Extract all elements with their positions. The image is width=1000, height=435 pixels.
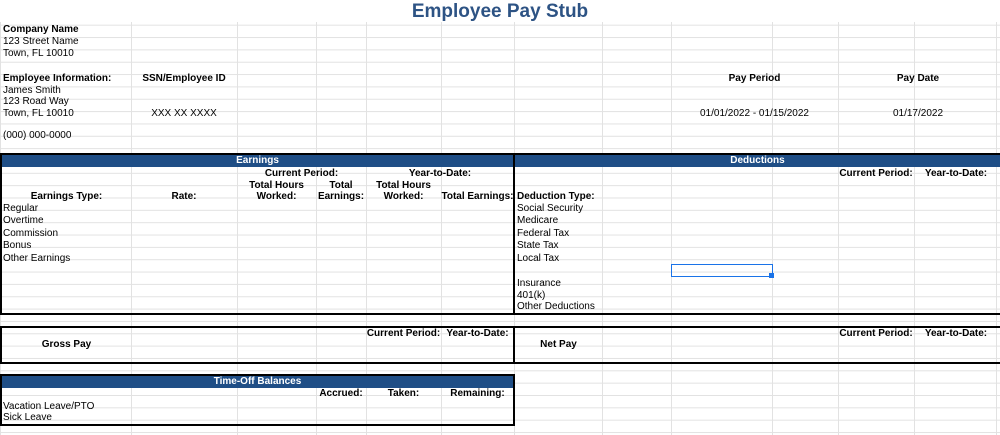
ssn-label: SSN/Employee ID [142, 73, 226, 84]
col-accrued: Accrued: [319, 388, 363, 399]
page-title: Employee Pay Stub [0, 0, 1000, 22]
grid-column-line [316, 0, 317, 435]
deduction-row[interactable]: Federal Tax [517, 228, 569, 240]
employee-street[interactable]: 123 Road Way [3, 96, 69, 108]
col-taken: Taken: [387, 388, 420, 399]
col-ytd-worked: Worked: [383, 191, 424, 202]
deduction-row[interactable]: Insurance [517, 278, 561, 290]
deduction-row[interactable]: State Tax [517, 240, 559, 252]
timeoff-row[interactable]: Sick Leave [3, 412, 52, 424]
deductions-current-period: Current Period: [839, 168, 913, 179]
earnings-banner: Earnings [2, 155, 513, 167]
col-ytd-total-earnings: Total Earnings: [441, 191, 514, 202]
pay-border-bottom [0, 362, 1000, 364]
earnings-row[interactable]: Bonus [3, 240, 31, 252]
employee-city[interactable]: Town, FL 10010 [3, 108, 74, 120]
col-worked: Worked: [256, 191, 297, 202]
timeoff-border-right [513, 374, 515, 426]
earnings-row[interactable]: Regular [3, 203, 38, 215]
pay-date-value[interactable]: 01/17/2022 [838, 108, 998, 120]
col-deduction-type: Deduction Type: [517, 191, 595, 202]
selected-cell[interactable] [671, 264, 773, 277]
grid-column-line [131, 0, 132, 435]
grid-column-line [996, 0, 997, 435]
company-city[interactable]: Town, FL 10010 [3, 48, 74, 60]
deduction-row[interactable]: Social Security [517, 203, 583, 215]
gross-year-to-date: Year-to-Date: [446, 328, 509, 339]
net-year-to-date: Year-to-Date: [924, 328, 988, 339]
grid-column-line [772, 0, 773, 435]
fill-handle[interactable] [769, 273, 774, 278]
deductions-banner: Deductions [515, 155, 1000, 167]
grid-column-line [366, 0, 367, 435]
ssn-value[interactable]: XXX XX XXXX [131, 108, 237, 120]
grid-column-line [602, 0, 603, 435]
net-current-period: Current Period: [839, 328, 913, 339]
company-street[interactable]: 123 Street Name [3, 36, 79, 48]
grid-column-line [441, 0, 442, 435]
net-pay-label: Net Pay [540, 339, 577, 350]
earnings-year-to-date: Year-to-Date: [408, 168, 472, 179]
timeoff-border-bottom [0, 424, 515, 426]
deduction-row[interactable]: Medicare [517, 215, 558, 227]
deductions-year-to-date: Year-to-Date: [924, 168, 988, 179]
company-name[interactable]: Company Name [3, 24, 79, 36]
section-border-bottom [0, 313, 1000, 315]
earnings-current-period: Current Period: [264, 168, 339, 179]
grid-column-line [671, 0, 672, 435]
col-earnings: Earnings: [317, 191, 365, 202]
pay-date-label: Pay Date [896, 73, 940, 84]
timeoff-banner: Time-Off Balances [2, 376, 513, 388]
earnings-row[interactable]: Other Earnings [3, 253, 70, 265]
earnings-row[interactable]: Commission [3, 228, 58, 240]
section-border-left [0, 153, 2, 315]
col-earnings-type: Earnings Type: [30, 191, 103, 202]
earnings-row[interactable]: Overtime [3, 215, 44, 227]
gross-pay-label: Gross Pay [41, 339, 92, 350]
spreadsheet-grid[interactable]: Employee Pay Stub Company Name 123 Stree… [0, 0, 1000, 435]
grid-column-line [237, 0, 238, 435]
pay-period-label: Pay Period [728, 73, 781, 84]
col-rate: Rate: [171, 191, 197, 202]
grid-column-line [838, 0, 839, 435]
deduction-row[interactable]: Local Tax [517, 253, 559, 265]
col-remaining: Remaining: [450, 388, 505, 399]
grid-column-line [914, 0, 915, 435]
employee-info-label: Employee Information: [3, 73, 112, 84]
deduction-row[interactable]: Other Deductions [517, 301, 595, 313]
employee-phone[interactable]: (000) 000-0000 [3, 130, 71, 142]
pay-period-value[interactable]: 01/01/2022 - 01/15/2022 [671, 108, 838, 120]
gross-current-period: Current Period: [366, 328, 441, 339]
